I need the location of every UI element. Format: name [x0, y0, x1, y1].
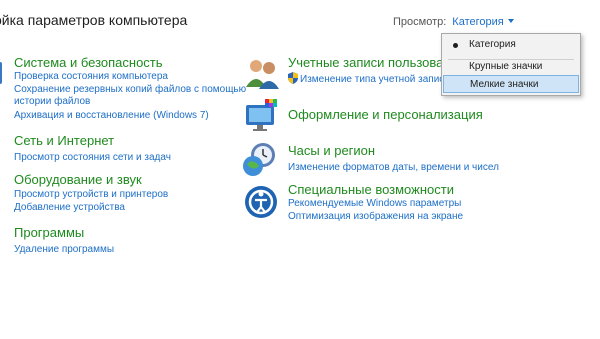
view-by: Просмотр: Категория [393, 16, 514, 28]
category-ease-of-access[interactable]: Специальные возможности [288, 182, 454, 197]
menu-item-large-icons[interactable]: Крупные значки [443, 58, 579, 76]
view-by-menu: Категория Крупные значки Мелкие значки [441, 33, 581, 96]
category-network[interactable]: Сеть и Интернет [14, 133, 114, 148]
menu-item-small-icons[interactable]: Мелкие значки [443, 75, 579, 93]
link-optimize-display[interactable]: Оптимизация изображения на экране [288, 211, 463, 222]
category-appearance[interactable]: Оформление и персонализация [288, 107, 483, 122]
user-accounts-icon[interactable] [243, 55, 281, 93]
link-uninstall-program[interactable]: Удаление программы [14, 244, 114, 255]
clock-region-icon[interactable] [241, 140, 279, 178]
category-clock-region[interactable]: Часы и регион [288, 143, 375, 158]
category-hardware-sound[interactable]: Оборудование и звук [14, 172, 142, 187]
menu-item-label: Крупные значки [469, 61, 543, 72]
link-backup-restore[interactable]: Архивация и восстановление (Windows 7) [14, 110, 209, 121]
link-check-computer-status[interactable]: Проверка состояния компьютера [14, 71, 168, 82]
view-by-dropdown[interactable]: Категория [452, 16, 503, 28]
programs-icon[interactable] [0, 224, 6, 262]
category-user-accounts[interactable]: Учетные записи пользовате [288, 55, 456, 70]
link-change-account-type[interactable]: Изменение типа учетной записи [300, 74, 450, 85]
view-by-label: Просмотр: [393, 16, 447, 28]
radio-dot-icon [453, 43, 458, 48]
appearance-personalization-icon[interactable] [243, 96, 281, 134]
link-file-history[interactable]: истории файлов [14, 96, 90, 107]
link-add-device[interactable]: Добавление устройства [14, 202, 125, 213]
page-title: ойка параметров компьютера [0, 12, 188, 28]
ease-of-access-icon[interactable] [242, 183, 280, 221]
category-programs[interactable]: Программы [14, 225, 84, 240]
link-devices-printers[interactable]: Просмотр устройств и принтеров [14, 189, 168, 200]
link-file-history-backup[interactable]: Сохранение резервных копий файлов с помо… [14, 84, 246, 95]
shield-icon [288, 72, 298, 84]
menu-item-label: Категория [469, 39, 516, 50]
network-icon[interactable] [0, 130, 6, 168]
link-recommended-settings[interactable]: Рекомендуемые Windows параметры [288, 198, 461, 209]
hardware-sound-icon[interactable] [0, 172, 6, 210]
system-security-icon[interactable] [0, 56, 6, 94]
category-system-security[interactable]: Система и безопасность [14, 55, 163, 70]
chevron-down-icon[interactable] [507, 19, 514, 23]
link-network-status[interactable]: Просмотр состояния сети и задач [14, 152, 171, 163]
link-change-formats[interactable]: Изменение форматов даты, времени и чисел [288, 162, 499, 173]
menu-item-category[interactable]: Категория [443, 36, 579, 54]
menu-item-label: Мелкие значки [470, 79, 539, 90]
